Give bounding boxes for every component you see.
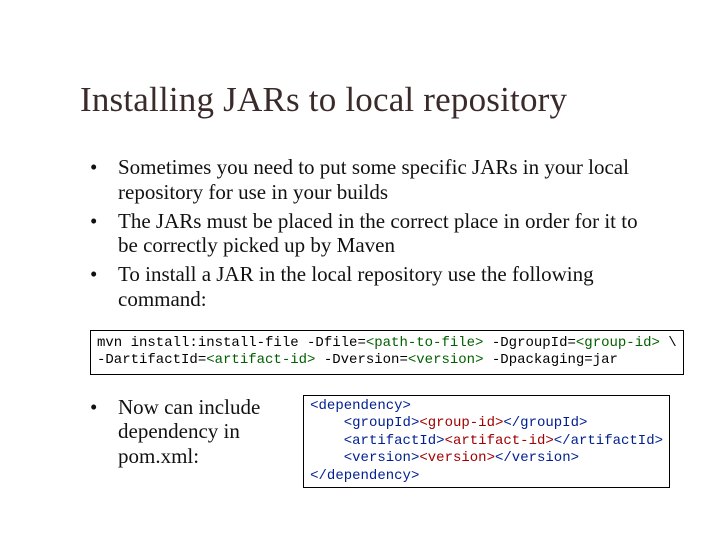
- code-text: mvn install:install-file -Dfile=: [97, 335, 366, 351]
- xml-code-block: <dependency> <groupId><group-id></groupI…: [303, 395, 670, 489]
- command-code-block: mvn install:install-file -Dfile=<path-to…: [90, 330, 684, 375]
- xml-tag: </artifactId>: [554, 433, 663, 449]
- bullet-item: Sometimes you need to put some specific …: [90, 155, 660, 205]
- slide-title: Installing JARs to local repository: [80, 80, 567, 119]
- xml-tag: </version>: [495, 450, 579, 466]
- code-text: -DgroupId=: [483, 335, 575, 351]
- code-path: <path-to-file>: [366, 335, 484, 351]
- bullet-item: Now can include dependency in pom.xml:: [90, 395, 263, 469]
- xml-value: <artifact-id>: [445, 433, 554, 449]
- xml-tag: </dependency>: [310, 468, 419, 484]
- code-text: -DartifactId=: [97, 352, 206, 368]
- bullet-item: To install a JAR in the local repository…: [90, 262, 660, 312]
- code-artifactid: <artifact-id>: [206, 352, 315, 368]
- title-area: Installing JARs to local repository: [60, 80, 670, 120]
- bottom-row: Now can include dependency in pom.xml: <…: [60, 395, 670, 489]
- xml-value: <group-id>: [419, 415, 503, 431]
- code-text: -Dpackaging=jar: [483, 352, 617, 368]
- xml-tag: <dependency>: [310, 398, 411, 414]
- code-version: <version>: [408, 352, 484, 368]
- code-groupid: <group-id>: [576, 335, 660, 351]
- bullet-item: The JARs must be placed in the correct p…: [90, 209, 660, 259]
- code-text: -Dversion=: [315, 352, 407, 368]
- xml-tag: <version>: [344, 450, 420, 466]
- slide: Installing JARs to local repository Some…: [0, 0, 720, 540]
- xml-tag: <groupId>: [344, 415, 420, 431]
- xml-tag: </groupId>: [503, 415, 587, 431]
- xml-tag: <artifactId>: [344, 433, 445, 449]
- bullet-list-2: Now can include dependency in pom.xml:: [90, 395, 273, 473]
- xml-value: <version>: [419, 450, 495, 466]
- code-text: \: [660, 335, 677, 351]
- bullet-list: Sometimes you need to put some specific …: [60, 155, 670, 312]
